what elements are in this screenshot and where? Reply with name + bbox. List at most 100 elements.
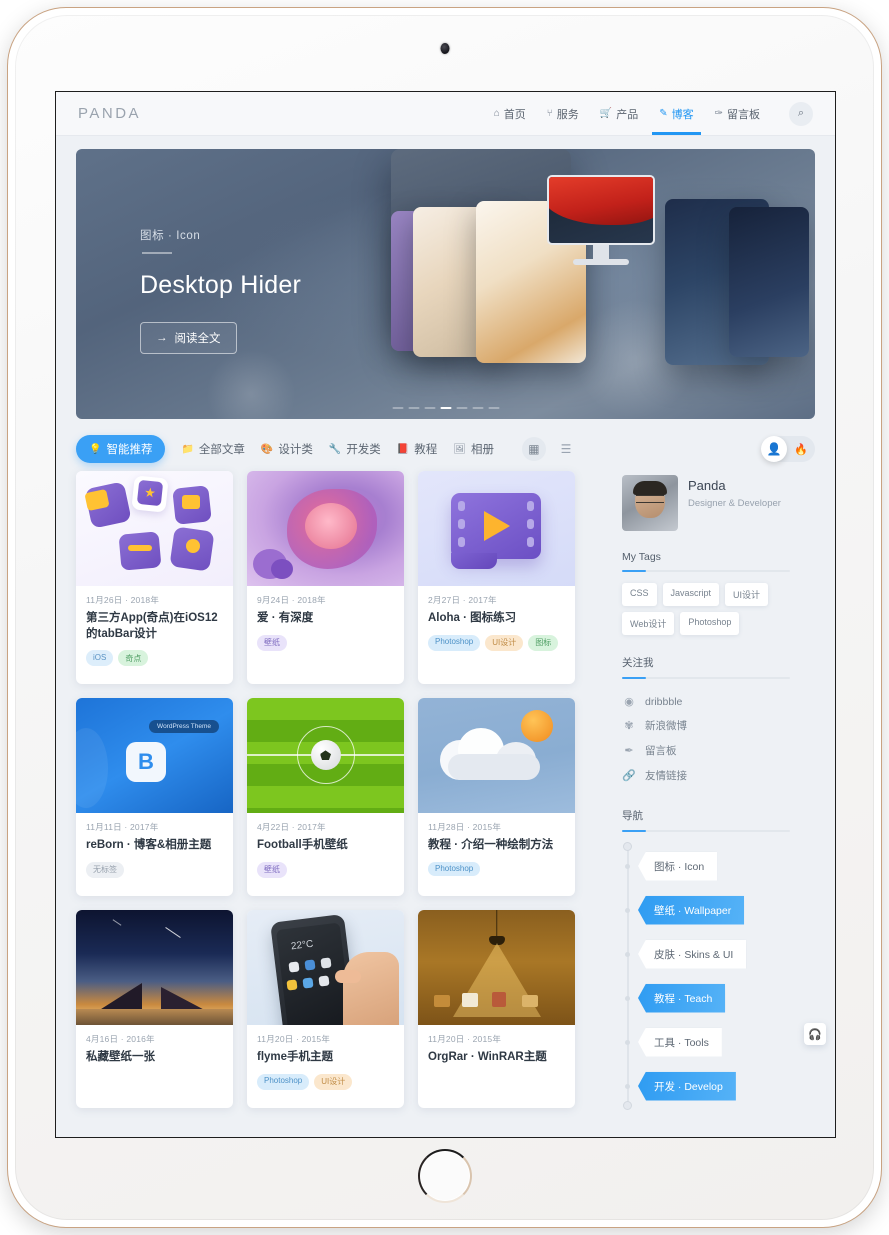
avatar[interactable] <box>622 475 678 531</box>
card-tag[interactable]: 奇点 <box>118 650 149 667</box>
imac-stand-neck <box>593 245 609 259</box>
card-tag[interactable]: 无标签 <box>86 861 124 878</box>
article-card[interactable]: 4月16日 · 2016年 私藏壁纸一张 <box>76 910 233 1108</box>
timeline-line <box>627 846 629 1106</box>
carousel-dot[interactable] <box>488 406 499 409</box>
article-card[interactable]: 22°C 11月20日 · 2015年 flyme手机主题 Photoshop … <box>247 910 404 1108</box>
hero-read-more-button[interactable]: → 阅读全文 <box>140 321 237 354</box>
hero-glow <box>206 349 296 419</box>
nav-item-label: 产品 <box>616 108 639 121</box>
follow-link-label: 新浪微博 <box>645 720 687 732</box>
filter-label: 教程 <box>414 444 438 456</box>
nav-item-blog[interactable]: ✎ 博客 <box>652 94 702 135</box>
card-thumbnail-night-mountains <box>76 910 233 1026</box>
article-card[interactable]: 2月27日 · 2017年 Aloha · 图标练习 Photoshop UI设… <box>418 471 575 685</box>
section-heading: 关注我 <box>622 657 654 669</box>
filter-all-articles[interactable]: 📁 全部文章 <box>181 441 244 457</box>
carousel-dot[interactable] <box>472 406 483 409</box>
article-card[interactable]: WordPress Theme B 11月11日 · 2017年 reBorn … <box>76 698 233 897</box>
filter-tutorials[interactable]: 📕 教程 <box>397 441 437 457</box>
card-tag[interactable]: iOS <box>86 650 114 667</box>
card-thumbnail-abstract-purple <box>247 471 404 586</box>
filter-development[interactable]: 🔧 开发类 <box>329 441 381 457</box>
category-tools[interactable]: 工具 · Tools <box>638 1027 722 1057</box>
card-tag[interactable]: 图标 <box>528 634 559 651</box>
carousel-dot[interactable] <box>392 406 403 409</box>
article-card[interactable]: 4月22日 · 2017年 Football手机壁纸 壁纸 <box>247 698 404 897</box>
carousel-dot-active[interactable] <box>440 406 451 409</box>
hero-screen-layer <box>729 207 809 357</box>
carousel-dot[interactable] <box>408 406 419 409</box>
nav-item-products[interactable]: 🛒 产品 <box>599 94 639 134</box>
category-skins-ui[interactable]: 皮肤 · Skins & UI <box>638 939 747 969</box>
follow-link-message-board[interactable]: ✒ 留言板 <box>622 738 790 763</box>
filter-label: 开发类 <box>346 444 381 456</box>
hero-artwork <box>391 149 811 419</box>
card-tag[interactable]: UI设计 <box>485 634 524 651</box>
card-tag[interactable]: Photoshop <box>428 861 481 876</box>
hero-section: 图标 · Icon Desktop Hider → 阅读全文 <box>56 136 835 419</box>
article-card[interactable]: ★ 11月26日 · 2018年 第三方App(奇点)在iOS12的tabBar… <box>76 471 233 685</box>
audio-player-button[interactable]: 🎧 <box>804 1023 826 1045</box>
follow-me-section: 关注我 ◉ dribbble ✾ 新浪微博 ✒ 留言板 🔗 友情链接 <box>622 655 790 788</box>
follow-link-weibo[interactable]: ✾ 新浪微博 <box>622 713 790 738</box>
card-tag[interactable]: Photoshop <box>428 634 481 651</box>
category-wallpaper[interactable]: 壁纸 · Wallpaper <box>638 895 745 925</box>
sidebar-tag[interactable]: CSS <box>622 583 657 606</box>
category-icon[interactable]: 图标 · Icon <box>638 851 718 881</box>
nav-item-services[interactable]: ⑂ 服务 <box>546 94 580 134</box>
card-date: 11月11日 · 2017年 <box>86 822 159 833</box>
nav-item-home[interactable]: ⌂ 首页 <box>493 94 527 134</box>
article-card[interactable]: 9月24日 · 2018年 爱 · 有深度 壁纸 <box>247 471 404 685</box>
home-button[interactable] <box>417 1149 472 1203</box>
article-card[interactable]: 11月20日 · 2015年 OrgRar · WinRAR主题 <box>418 910 575 1108</box>
profile-name: Panda <box>688 478 726 493</box>
card-tag[interactable]: UI设计 <box>314 1073 353 1090</box>
timeline-row: 教程 · Teach <box>625 976 790 1020</box>
palette-icon: 🎨 <box>260 443 274 455</box>
site-logo[interactable]: PANDA <box>78 105 141 122</box>
carousel-dot[interactable] <box>456 406 467 409</box>
weibo-icon: ✾ <box>624 720 634 732</box>
category-teach[interactable]: 教程 · Teach <box>638 983 726 1013</box>
list-view-button[interactable]: ☰ <box>554 437 578 461</box>
section-rule <box>622 830 790 832</box>
my-tags-section: My Tags CSS Javascript UI设计 Web设计 Photos… <box>622 551 790 635</box>
filter-album[interactable]: 🖼 相册 <box>453 441 494 457</box>
filter-design[interactable]: 🎨 设计类 <box>261 441 313 457</box>
dribbble-icon: ◉ <box>624 696 634 708</box>
profile-text: Panda Designer & Developer <box>688 475 781 511</box>
category-develop[interactable]: 开发 · Develop <box>638 1071 736 1101</box>
bulb-icon: 💡 <box>89 443 102 455</box>
nav-item-message-board[interactable]: ✑ 留言板 <box>714 94 761 134</box>
card-tag[interactable]: Photoshop <box>257 1073 310 1090</box>
card-date: 11月20日 · 2015年 <box>428 1034 502 1045</box>
card-thumbnail-wordpress: WordPress Theme B <box>76 698 233 814</box>
card-tag[interactable]: 壁纸 <box>257 861 287 878</box>
sidebar-tag[interactable]: Web设计 <box>622 612 675 635</box>
timeline-row: 壁纸 · Wallpaper <box>625 888 790 932</box>
follow-link-friends[interactable]: 🔗 友情链接 <box>622 763 790 788</box>
search-button[interactable]: ⌕ <box>789 101 813 126</box>
filter-label: 设计类 <box>278 444 313 456</box>
card-thumbnail-warm-lamp <box>418 910 575 1026</box>
card-date: 11月28日 · 2015年 <box>428 822 502 833</box>
grid-view-button[interactable]: ▦ <box>521 437 546 461</box>
hero-banner[interactable]: 图标 · Icon Desktop Hider → 阅读全文 <box>76 149 815 419</box>
timeline-dot <box>625 863 630 869</box>
carousel-dot[interactable] <box>424 406 435 409</box>
follow-link-dribbble[interactable]: ◉ dribbble <box>622 690 790 713</box>
card-tag[interactable]: 壁纸 <box>257 634 287 651</box>
card-meta: 11月11日 · 2017年 reBorn · 博客&相册主题 无标签 <box>76 813 233 888</box>
card-title: 第三方App(奇点)在iOS12的tabBar设计 <box>86 612 218 640</box>
card-tags: Photoshop <box>428 861 565 876</box>
sidebar-tag[interactable]: UI设计 <box>725 583 769 606</box>
filter-smart-recommend[interactable]: 💡 智能推荐 <box>76 435 166 463</box>
card-meta: 11月20日 · 2015年 OrgRar · WinRAR主题 <box>418 1025 575 1076</box>
user-mode-toggle[interactable]: 👤 🔥 <box>761 436 815 462</box>
sidebar-tag[interactable]: Photoshop <box>680 612 740 635</box>
card-date: 9月24日 · 2018年 <box>257 595 326 605</box>
sidebar-tag[interactable]: Javascript <box>662 583 720 606</box>
article-card[interactable]: 11月28日 · 2015年 教程 · 介绍一种绘制方法 Photoshop <box>418 698 575 897</box>
card-thumbnail-cloud-sun <box>418 698 575 814</box>
